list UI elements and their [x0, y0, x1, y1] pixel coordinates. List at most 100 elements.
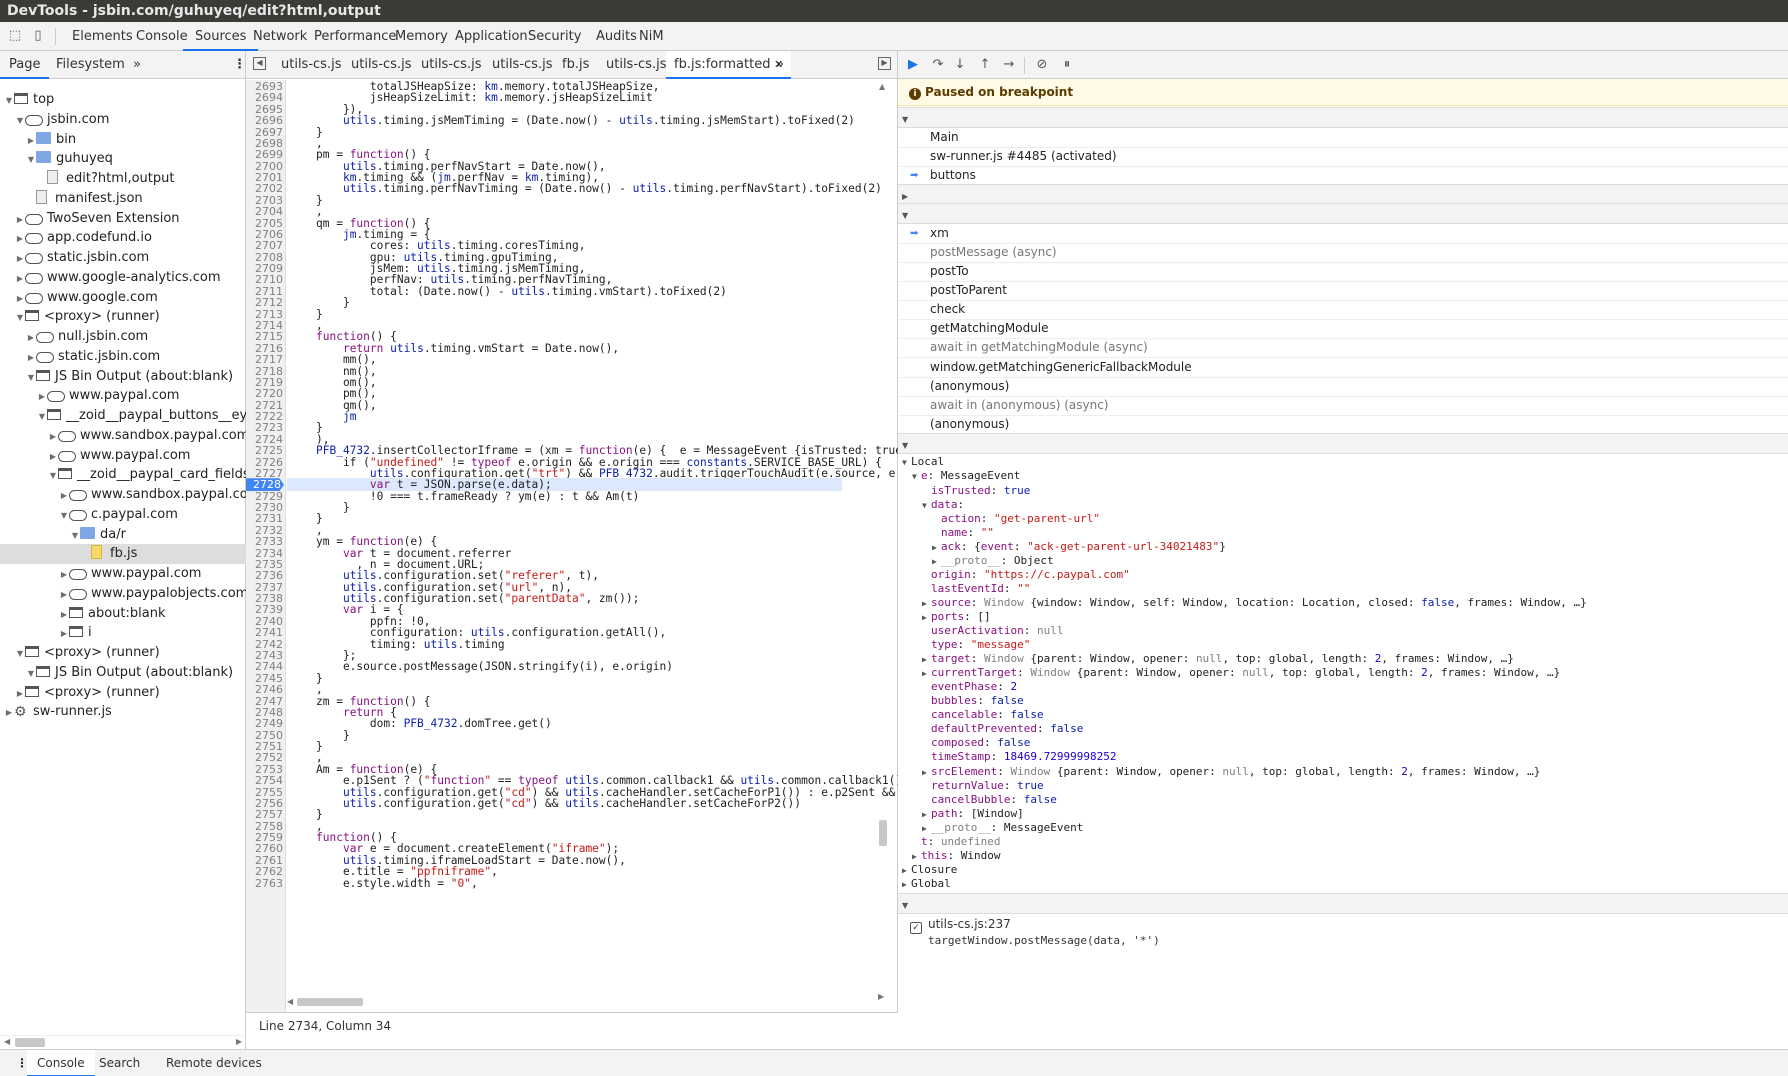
section-header[interactable]: ▼ [898, 432, 1788, 454]
tree-item[interactable]: ▼ __zoid__paypal_card_fields__ey [0, 465, 246, 485]
expanded-arrow-icon[interactable]: ▼ [902, 455, 911, 471]
tree-item[interactable]: ▶ www.paypal.com [0, 446, 246, 466]
tree-item[interactable]: ▼ JS Bin Output (about:blank) [0, 663, 246, 683]
collapsed-arrow-icon[interactable]: ▶ [59, 624, 69, 643]
breakpoint-entry[interactable]: ✓ utils-cs.js:237 [910, 915, 1011, 935]
tree-item[interactable]: ▼ top [0, 90, 246, 110]
collapsed-arrow-icon[interactable]: ▶ [48, 447, 58, 466]
editor-scroll-thumb[interactable] [879, 820, 887, 846]
tree-item[interactable]: fb.js [0, 544, 246, 565]
deactivate-breakpoints-icon[interactable]: ⊘ [1034, 57, 1050, 73]
pause-on-exceptions-icon[interactable]: ⏸ [1059, 57, 1075, 73]
toggle-debugger-icon[interactable]: ▶ [878, 57, 891, 70]
expanded-arrow-icon[interactable]: ▼ [26, 150, 36, 169]
editor-tab[interactable]: utils-cs.js [484, 51, 560, 79]
collapsed-arrow-icon[interactable]: ▶ [15, 269, 25, 288]
drawer-tab-search[interactable]: Search [89, 1050, 150, 1076]
collapsed-arrow-icon[interactable]: ▶ [15, 249, 25, 268]
scroll-up-icon[interactable]: ▲ [879, 82, 885, 91]
breakpoint-checkbox[interactable]: ✓ [910, 922, 922, 935]
pane-item[interactable]: check [898, 299, 1788, 321]
tree-item[interactable]: ▼ guhuyeq [0, 149, 246, 169]
scroll-right-icon[interactable]: ▶ [878, 992, 884, 1001]
tree-item[interactable]: ▶ www.sandbox.paypal.com [0, 485, 246, 505]
tree-item[interactable]: ▶ about:blank [0, 604, 246, 624]
collapsed-arrow-icon[interactable]: ▶ [59, 585, 69, 604]
editor-tab[interactable]: utils-cs.js [413, 51, 489, 79]
expanded-arrow-icon[interactable]: ▼ [37, 407, 47, 426]
collapsed-arrow-icon[interactable]: ▶ [59, 605, 69, 624]
step-over-icon[interactable]: ↷ [930, 57, 946, 73]
scroll-left-icon[interactable]: ◀ [4, 1037, 10, 1046]
editor-hscroll-thumb[interactable] [297, 998, 363, 1006]
section-header[interactable]: ▼ [898, 892, 1788, 914]
tree-item[interactable]: ▶ static.jsbin.com [0, 248, 246, 268]
scope-entry[interactable]: ▶ source: Window {window: Window, self: W… [922, 595, 1587, 611]
tree-item[interactable]: ▶ www.google-analytics.com [0, 268, 246, 288]
editor-tab[interactable]: utils-cs.js [273, 51, 349, 79]
section-header[interactable]: ▼ [898, 107, 1788, 128]
tree-item[interactable]: ▶ ⚙ sw-runner.js [0, 702, 246, 722]
tree-item[interactable]: ▶ app.codefund.io [0, 228, 246, 248]
editor-vertical-scrollbar[interactable]: ▲ ▶ [878, 80, 888, 1012]
tree-item[interactable]: ▶ www.paypal.com [0, 564, 246, 584]
collapsed-arrow-icon[interactable]: ▶ [37, 387, 47, 406]
collapsed-arrow-icon[interactable]: ▶ [15, 229, 25, 248]
collapsed-arrow-icon[interactable]: ▶ [59, 486, 69, 505]
pane-item[interactable]: ➡ buttons [898, 165, 1788, 186]
pane-item[interactable]: sw-runner.js #4485 (activated) [898, 146, 1788, 167]
collapsed-arrow-icon[interactable]: ▶ [15, 289, 25, 308]
expanded-arrow-icon[interactable]: ▼ [59, 506, 69, 525]
tab-page[interactable]: Page [0, 51, 50, 79]
tree-item[interactable]: edit?html,output [0, 169, 246, 189]
navigator-more-tabs[interactable]: » [124, 51, 150, 79]
inspect-element-icon[interactable]: ⬚ [8, 29, 22, 43]
expanded-arrow-icon[interactable]: ▼ [4, 91, 14, 110]
navigator-horizontal-scrollbar[interactable]: ◀ ▶ [0, 1035, 246, 1049]
editor-tab[interactable]: fb.js [554, 51, 597, 79]
collapsed-arrow-icon[interactable]: ▶ [15, 210, 25, 229]
pane-item[interactable]: postTo [898, 261, 1788, 282]
pane-item[interactable]: (anonymous) [898, 414, 1788, 435]
collapsed-arrow-icon[interactable]: ▶ [26, 131, 36, 150]
expanded-arrow-icon[interactable]: ▼ [15, 111, 25, 130]
collapsed-arrow-icon[interactable]: ▶ [4, 703, 14, 722]
scroll-right-icon[interactable]: ▶ [236, 1037, 242, 1046]
tree-item[interactable]: ▶ www.paypalobjects.com [0, 584, 246, 604]
tree-item[interactable]: ▶ static.jsbin.com [0, 347, 246, 367]
drawer-tab-remote-devices[interactable]: Remote devices [156, 1050, 272, 1076]
collapsed-arrow-icon[interactable]: ▶ [48, 427, 58, 446]
pane-item[interactable]: postToParent [898, 280, 1788, 302]
tree-item[interactable]: ▼ da/r [0, 525, 246, 545]
collapsed-arrow-icon[interactable]: ▶ [26, 348, 36, 367]
tree-item[interactable]: ▶ bin [0, 130, 246, 150]
line-number[interactable]: 2727 [246, 467, 286, 480]
drawer-tab-console[interactable]: Console [27, 1050, 95, 1076]
tree-item[interactable]: ▶ <proxy> (runner) [0, 683, 246, 703]
pane-item[interactable]: window.getMatchingGenericFallbackModule [898, 357, 1788, 378]
expanded-arrow-icon[interactable]: ▼ [922, 498, 931, 514]
expanded-arrow-icon[interactable]: ▼ [912, 469, 921, 485]
collapsed-arrow-icon[interactable]: ▶ [15, 684, 25, 703]
expanded-arrow-icon[interactable]: ▼ [15, 644, 25, 663]
section-header[interactable]: ▼ [898, 203, 1788, 225]
collapsed-arrow-icon[interactable]: ▶ [59, 565, 69, 584]
section-header[interactable]: ▶ [898, 183, 1788, 205]
tree-item[interactable]: ▶ i [0, 623, 246, 643]
pane-item[interactable]: ➡ xm [898, 223, 1788, 244]
tree-item[interactable]: ▶ www.sandbox.paypal.com [0, 426, 246, 446]
expanded-arrow-icon[interactable]: ▼ [48, 466, 58, 485]
editor-horizontal-scrollbar[interactable]: ◀ [287, 996, 847, 1008]
scope-entry[interactable]: ▶ currentTarget: Window {parent: Window, … [922, 665, 1560, 681]
collapsed-arrow-icon[interactable]: ▶ [902, 877, 911, 893]
scroll-thumb[interactable] [15, 1038, 45, 1047]
tree-item[interactable]: ▶ TwoSeven Extension [0, 209, 246, 229]
step-into-icon[interactable]: ↓ [952, 57, 968, 73]
code-view[interactable]: 2693 2694 2695 2696 2697 2698 2699 2700 2701 2702… [246, 80, 898, 1012]
line-number[interactable]: 2763 [246, 877, 286, 890]
expanded-arrow-icon[interactable]: ▼ [26, 664, 36, 683]
step-icon[interactable]: → [1001, 57, 1017, 73]
scope-entry[interactable]: ▶ Global [902, 876, 951, 892]
tab-nim[interactable]: NiM [627, 22, 676, 51]
pane-item[interactable]: (anonymous) [898, 376, 1788, 397]
